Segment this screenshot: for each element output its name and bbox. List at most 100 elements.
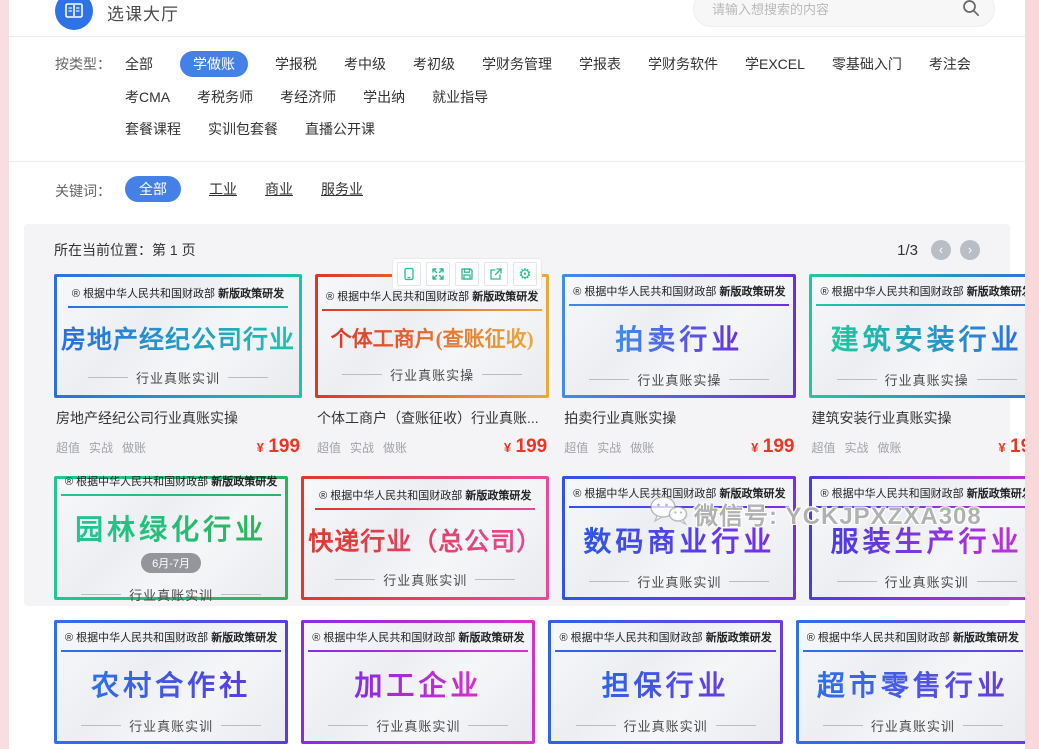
type-filter-item[interactable]: 学报表	[579, 54, 621, 74]
course-card-name[interactable]: 建筑安装行业真账实操	[811, 408, 1039, 428]
type-filter-item[interactable]: 套餐课程	[125, 119, 181, 139]
course-grid-row-2: ® 根据中华人民共和国财政部 新版政策研发 园林绿化行业 6月-7月 行业真账实…	[54, 476, 980, 600]
divider	[837, 581, 877, 582]
type-filter-item[interactable]: 学财务软件	[648, 54, 718, 74]
course-card[interactable]: ® 根据中华人民共和国财政部 新版政策研发 快递行业（总公司） 行业真账实训	[301, 476, 549, 600]
gear-icon[interactable]: ⚙	[513, 262, 537, 286]
divider	[589, 379, 629, 380]
type-filter-item[interactable]: 考经济师	[280, 87, 336, 107]
keyword-filter-item[interactable]: 服务业	[321, 179, 363, 199]
save-icon[interactable]	[455, 262, 479, 286]
book-icon	[55, 0, 93, 30]
course-card-title: 超市零售行业	[817, 664, 1009, 704]
type-filter-item[interactable]: 学财务管理	[482, 54, 552, 74]
course-card-subtitle: 行业真账实训	[81, 716, 261, 735]
course-card-cover: ® 根据中华人民共和国财政部 新版政策研发 快递行业（总公司） 行业真账实训	[301, 476, 549, 600]
course-card[interactable]: ® 根据中华人民共和国财政部 新版政策研发 园林绿化行业 6月-7月 行业真账实…	[54, 476, 288, 600]
course-hall-page: 选课大厅 按类型： 全部 学做账 学报税 考中级 考初级 学财务管理 学报表 学财务软件 学EX…	[9, 0, 1025, 749]
divider	[228, 377, 268, 378]
course-card-cover: ® 根据中华人民共和国财政部 新版政策研发 个体工商户(查账征收) 行业真账实操	[315, 274, 549, 398]
course-card-subtitle: 行业真账实操	[342, 365, 522, 384]
course-card-subtitle: 行业真账实训	[88, 368, 268, 387]
search-input[interactable]	[693, 0, 995, 27]
course-card-authority: ® 根据中华人民共和国财政部 新版政策研发	[68, 285, 288, 308]
course-card[interactable]: ® 根据中华人民共和国财政部 新版政策研发 个体工商户(查账征收) 行业真账实操…	[315, 274, 549, 464]
course-card-tag: 实战	[845, 439, 869, 456]
course-card-cover: ® 根据中华人民共和国财政部 新版政策研发 房地产经纪公司行业 行业真账实训	[54, 274, 302, 398]
divider	[468, 725, 508, 726]
course-card-authority: ® 根据中华人民共和国财政部 新版政策研发	[61, 473, 281, 496]
course-card-name[interactable]: 拍卖行业真账实操	[564, 408, 794, 428]
course-card-info: 房地产经纪公司行业真账实操 超值实战做账 ¥ 199	[54, 398, 302, 464]
page-title: 选课大厅	[107, 0, 179, 25]
course-card-tag: 实战	[350, 439, 374, 456]
course-card[interactable]: ® 根据中华人民共和国财政部 新版政策研发 拍卖行业 行业真账实操 拍卖行业真账…	[562, 274, 796, 464]
chevron-left-icon[interactable]: ‹	[931, 240, 951, 260]
course-card[interactable]: ® 根据中华人民共和国财政部 新版政策研发 农村合作社 行业真账实训 农村合作社…	[54, 620, 288, 749]
course-card-cover: ® 根据中华人民共和国财政部 新版政策研发 拍卖行业 行业真账实操	[562, 274, 796, 398]
course-card[interactable]: ® 根据中华人民共和国财政部 新版政策研发 数码商业行业 行业真账实训	[562, 476, 796, 600]
type-filter-label: 按类型：	[55, 51, 125, 151]
type-filter-item[interactable]: 考税务师	[197, 87, 253, 107]
course-card[interactable]: ® 根据中华人民共和国财政部 新版政策研发 房地产经纪公司行业 行业真账实训 房…	[54, 274, 302, 464]
type-filter-item[interactable]: 学出纳	[363, 87, 405, 107]
type-filter-item[interactable]: 就业指导	[432, 87, 488, 107]
course-card-cover: ® 根据中华人民共和国财政部 新版政策研发 农村合作社 行业真账实训	[54, 620, 288, 744]
divider	[88, 377, 128, 378]
course-card-info: 个体工商户（查账征收）行业真账... 超值实战做账 ¥ 199	[315, 398, 549, 464]
type-filter-item[interactable]: 实训包套餐	[208, 119, 278, 139]
course-card-name[interactable]: 房地产经纪公司行业真账实操	[56, 408, 300, 428]
type-filter-item[interactable]: 考CMA	[125, 87, 170, 107]
course-card-tags: 超值实战做账	[56, 439, 146, 456]
type-filter-item[interactable]: 直播公开课	[305, 119, 375, 139]
course-card[interactable]: ® 根据中华人民共和国财政部 新版政策研发 服装生产行业 行业真账实训	[809, 476, 1039, 600]
divider	[221, 594, 261, 595]
course-card-title: 房地产经纪公司行业	[61, 320, 295, 356]
course-card-price: ¥ 199	[257, 436, 300, 458]
divider	[576, 725, 616, 726]
type-filter-item[interactable]: 零基础入门	[832, 54, 902, 74]
course-card-cover: ® 根据中华人民共和国财政部 新版政策研发 服装生产行业 行业真账实训	[809, 476, 1039, 600]
course-card-tag: 超值	[317, 439, 341, 456]
course-card[interactable]: ® 根据中华人民共和国财政部 新版政策研发 加工企业 行业真账实训 加工企业行业…	[301, 620, 535, 749]
type-filter-item[interactable]: 学报税	[275, 54, 317, 74]
course-card-info: 农村合作社行业会计真账实操 超值实战做账 ¥ 199	[54, 744, 288, 749]
divider	[328, 725, 368, 726]
course-card-info: 建筑安装行业真账实操 超值实战做账 ¥ 199	[809, 398, 1039, 464]
course-card[interactable]: ® 根据中华人民共和国财政部 新版政策研发 担保行业 行业真账实训 担保行业真账…	[548, 620, 782, 749]
course-list-section-2: ® 根据中华人民共和国财政部 新版政策研发 农村合作社 行业真账实训 农村合作社…	[24, 614, 1010, 749]
type-filter-item[interactable]: 考中级	[344, 54, 386, 74]
course-card[interactable]: ® 根据中华人民共和国财政部 新版政策研发 建筑安装行业 行业真账实操 建筑安装…	[809, 274, 1039, 464]
course-card[interactable]: ® 根据中华人民共和国财政部 新版政策研发 超市零售行业 行业真账实训 超市零售…	[796, 620, 1030, 749]
course-card-info: 担保行业真账实操 超值实战做账 ¥ 199	[548, 744, 782, 749]
course-card-authority: ® 根据中华人民共和国财政部 新版政策研发	[308, 629, 528, 652]
course-card-title: 加工企业	[354, 664, 482, 704]
course-card-title: 农村合作社	[91, 664, 251, 704]
expand-arrows-icon[interactable]	[426, 262, 450, 286]
keyword-filter-item[interactable]: 商业	[265, 179, 293, 199]
right-edge-strip	[1025, 0, 1039, 749]
course-card-title: 个体工商户(查账征收)	[331, 323, 534, 353]
divider	[977, 581, 1017, 582]
search-icon[interactable]	[961, 0, 981, 23]
course-card-authority: ® 根据中华人民共和国财政部 新版政策研发	[569, 283, 789, 306]
divider	[221, 725, 261, 726]
course-card-authority: ® 根据中华人民共和国财政部 新版政策研发	[816, 283, 1036, 306]
keyword-filter-item[interactable]: 全部	[125, 176, 181, 202]
course-card-title: 建筑安装行业	[831, 318, 1023, 358]
course-card-name[interactable]: 个体工商户（查账征收）行业真账...	[317, 408, 547, 428]
course-card-authority: ® 根据中华人民共和国财政部 新版政策研发	[569, 485, 789, 508]
type-filter-item[interactable]: 考初级	[413, 54, 455, 74]
divider	[837, 379, 877, 380]
share-icon[interactable]	[484, 262, 508, 286]
divider	[342, 374, 382, 375]
type-filter-item[interactable]: 学做账	[180, 51, 248, 77]
keyword-filter-item[interactable]: 工业	[209, 179, 237, 199]
tablet-frame-icon[interactable]	[397, 262, 421, 286]
chevron-right-icon[interactable]: ›	[960, 240, 980, 260]
type-filter-item[interactable]: 考注会	[929, 54, 971, 74]
type-filter-item[interactable]: 全部	[125, 54, 153, 74]
course-card-title: 园林绿化行业	[75, 508, 267, 548]
course-card-subtitle: 行业真账实训	[81, 585, 261, 604]
type-filter-item[interactable]: 学EXCEL	[745, 54, 805, 74]
